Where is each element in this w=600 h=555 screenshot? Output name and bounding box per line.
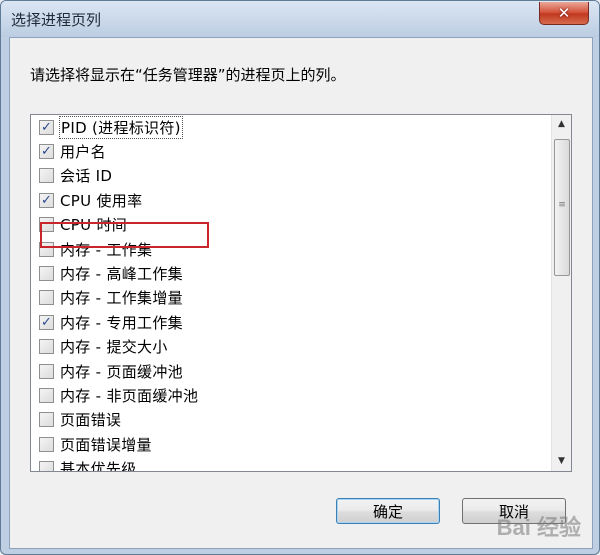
dialog-title: 选择进程页列 <box>11 11 102 29</box>
column-label: PID (进程标识符) <box>59 115 183 139</box>
grip-icon: ≡ <box>558 200 566 210</box>
close-icon: ✕ <box>557 4 571 22</box>
column-label: 用户名 <box>60 143 106 162</box>
ok-button[interactable]: 确定 <box>336 498 440 524</box>
column-label: CPU 使用率 <box>60 191 143 210</box>
cpu-usage-highlight-box <box>40 222 209 248</box>
watermark-logo: Bai 经验 <box>496 515 581 540</box>
checkbox-checked-icon[interactable]: ✓ <box>39 144 54 160</box>
column-list-item[interactable]: ✓ PID (进程标识符) <box>31 115 551 139</box>
column-list-item[interactable]: 基本优先级 <box>31 456 551 472</box>
column-label: 内存 - 高峰工作集 <box>60 265 183 284</box>
checkbox-unchecked-icon[interactable] <box>39 168 54 184</box>
scroll-down-arrow-icon[interactable]: ▼ <box>552 452 571 471</box>
checkbox-unchecked-icon[interactable] <box>39 461 54 471</box>
checkbox-checked-icon[interactable]: ✓ <box>39 119 54 135</box>
checkbox-unchecked-icon[interactable] <box>39 436 54 452</box>
column-label: 内存 - 专用工作集 <box>60 313 183 332</box>
dialog-body: 请选择将显示在“任务管理器”的进程页上的列。 ✓ PID (进程标识符) ✓ 用户名会… <box>9 37 593 549</box>
column-list-item[interactable]: 页面错误增量 <box>31 432 551 456</box>
column-list-item[interactable]: ✓ CPU 使用率 <box>31 188 551 212</box>
checkbox-checked-icon[interactable]: ✓ <box>39 192 54 208</box>
close-button[interactable]: ✕ <box>539 2 589 25</box>
scroll-up-arrow-icon[interactable]: ▲ <box>552 115 571 134</box>
column-label: 基本优先级 <box>60 460 137 472</box>
column-items: ✓ PID (进程标识符) ✓ 用户名 会话 ID ✓ CPU 使用率 CPU 时间 内存 - … <box>31 115 551 472</box>
checkbox-unchecked-icon[interactable] <box>39 363 54 379</box>
column-list-item[interactable]: 会话 ID <box>31 164 551 188</box>
checkbox-unchecked-icon[interactable] <box>39 290 54 306</box>
column-list-item[interactable]: 内存 - 工作集增量 <box>31 286 551 310</box>
column-list[interactable]: ✓ PID (进程标识符) ✓ 用户名 会话 ID ✓ CPU 使用率 CPU 时间 内存 - … <box>30 114 572 472</box>
instruction-text: 请选择将显示在“任务管理器”的进程页上的列。 <box>30 66 346 84</box>
column-label: 内存 - 非页面缓冲池 <box>60 386 199 405</box>
checkbox-checked-icon[interactable]: ✓ <box>39 314 54 330</box>
column-label: 内存 - 页面缓冲池 <box>60 362 183 381</box>
column-list-item[interactable]: 内存 - 页面缓冲池 <box>31 359 551 383</box>
column-list-item[interactable]: 页面错误 <box>31 408 551 432</box>
vertical-scrollbar[interactable]: ▲ ≡ ▼ <box>551 115 571 471</box>
column-list-item[interactable]: ✓ 用户名 <box>31 139 551 163</box>
title-bar[interactable]: 选择进程页列 ✕ <box>1 1 599 37</box>
column-label: 页面错误 <box>60 411 122 430</box>
column-list-item[interactable]: 内存 - 非页面缓冲池 <box>31 383 551 407</box>
column-list-item[interactable]: ✓ 内存 - 专用工作集 <box>31 310 551 334</box>
column-label: 会话 ID <box>60 167 113 186</box>
column-label: 内存 - 工作集增量 <box>60 289 183 308</box>
dialog-window: 选择进程页列 ✕ 请选择将显示在“任务管理器”的进程页上的列。 ✓ PID (进程… <box>0 0 600 555</box>
checkbox-unchecked-icon[interactable] <box>39 412 54 428</box>
checkbox-unchecked-icon[interactable] <box>39 387 54 403</box>
checkbox-unchecked-icon[interactable] <box>39 266 54 282</box>
column-label: 页面错误增量 <box>60 435 152 454</box>
column-label: 内存 - 提交大小 <box>60 338 168 357</box>
scroll-thumb[interactable]: ≡ <box>554 139 570 276</box>
checkbox-unchecked-icon[interactable] <box>39 339 54 355</box>
column-list-item[interactable]: 内存 - 高峰工作集 <box>31 261 551 285</box>
column-list-item[interactable]: 内存 - 提交大小 <box>31 335 551 359</box>
